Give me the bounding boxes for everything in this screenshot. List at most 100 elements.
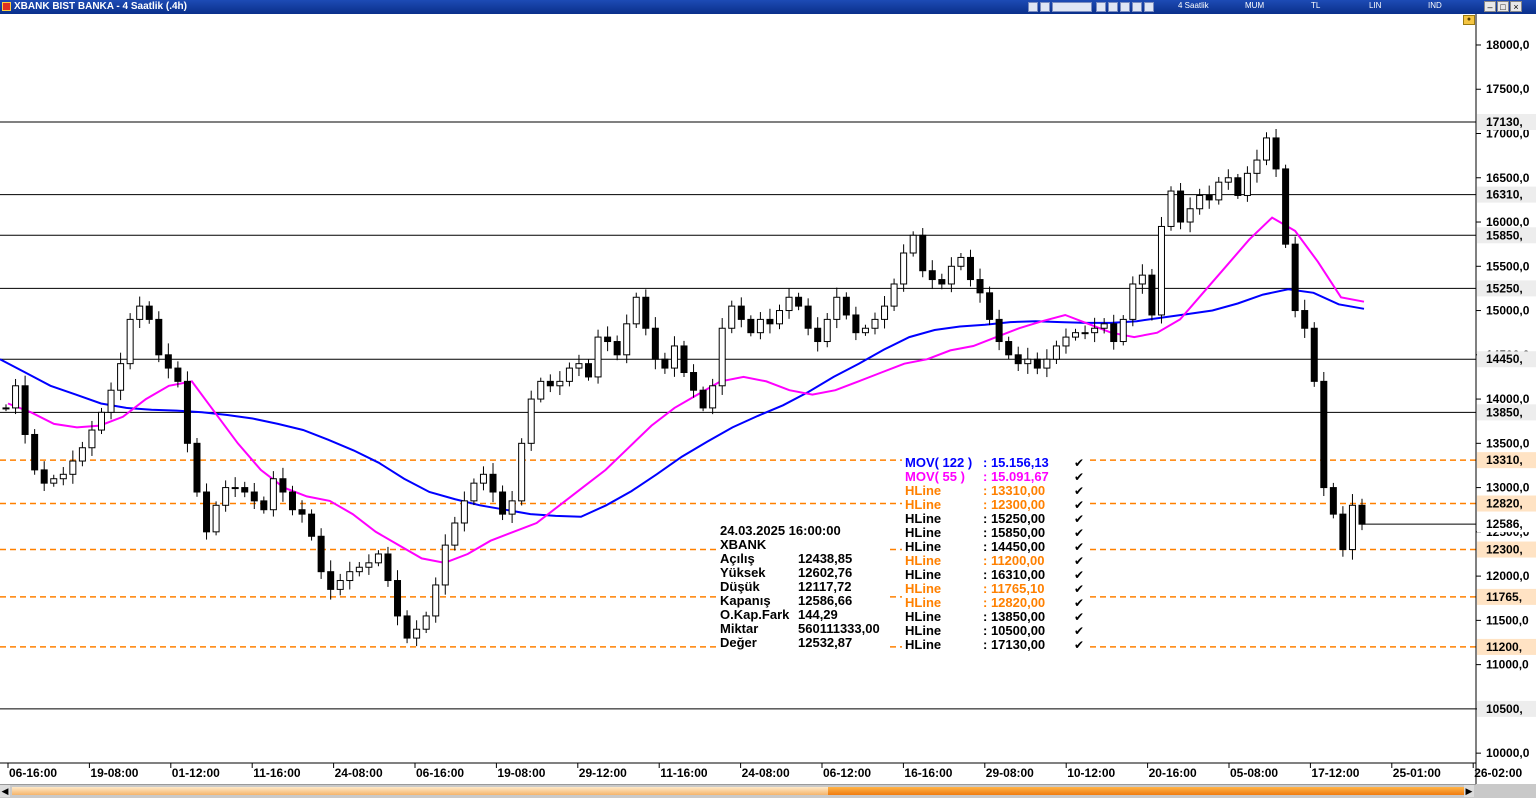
candle-body [260, 500, 268, 511]
legend-label: MOV( 55 ) [905, 469, 965, 484]
candle-body [2, 407, 10, 410]
checkmark-icon: ✔ [1074, 568, 1084, 582]
candle-body [250, 491, 258, 502]
candle-body [336, 580, 344, 590]
legend-label: HLine [905, 539, 941, 554]
candle-body [164, 354, 172, 369]
candle-body [212, 504, 220, 533]
candle-body [1138, 274, 1146, 285]
candle-body [1224, 177, 1232, 183]
y-tick-label: 15500,0 [1486, 259, 1530, 273]
candle-body [1272, 137, 1280, 170]
candle-body [1186, 208, 1194, 223]
candle-body [604, 336, 612, 343]
candle-body [136, 305, 144, 320]
candle-body [403, 615, 411, 639]
candle-body [355, 566, 363, 573]
candle-body [441, 544, 449, 586]
candle-body [489, 473, 497, 493]
price-tag-label: 14450, [1486, 352, 1523, 366]
scroll-right-icon[interactable]: ▶ [1464, 785, 1474, 797]
candle-body [1081, 332, 1089, 335]
indicator-legend: MOV( 122 ): 15.156,13 ✔ MOV( 55 ): 15.091,… [902, 455, 1086, 652]
candle-body [890, 283, 898, 307]
price-tag-label: 12586, [1486, 517, 1523, 531]
price-tag-label: 12300, [1486, 543, 1523, 557]
candle-body [241, 487, 249, 493]
candle-body [756, 318, 764, 334]
candle-body [1119, 318, 1127, 343]
candle-body [1072, 332, 1080, 338]
checkmark-icon: ✔ [1074, 596, 1084, 610]
legend-label: HLine [905, 623, 941, 638]
candle-body [594, 336, 602, 378]
candle-body [642, 296, 650, 329]
candle-body [174, 367, 182, 382]
checkmark-icon: ✔ [1074, 582, 1084, 596]
candle-body [1329, 487, 1337, 515]
candle-body [747, 318, 755, 334]
legend-value: : 15250,00 [983, 511, 1045, 526]
legend-value: : 16310,00 [983, 567, 1045, 582]
y-tick-label: 14000,0 [1486, 392, 1530, 406]
legend-value: : 11200,00 [983, 553, 1044, 568]
y-tick-label: 13000,0 [1486, 481, 1530, 495]
candle-body [21, 385, 29, 435]
info-value: 560111333,00 [798, 621, 880, 636]
legend-value: : 17130,00 [983, 637, 1045, 652]
y-tick-label: 18000,0 [1486, 38, 1530, 52]
checkmark-icon: ✔ [1074, 540, 1084, 554]
candle-body [1243, 172, 1251, 196]
legend-value: : 13310,00 [983, 483, 1045, 498]
candle-body [1062, 336, 1070, 347]
x-tick-label: 17-12:00 [1311, 766, 1359, 780]
candle-body [861, 327, 869, 334]
legend-value: : 15.156,13 [983, 455, 1049, 470]
info-value: 12438,85 [798, 551, 852, 566]
scroll-thumb[interactable] [828, 787, 1472, 795]
candle-body [59, 473, 67, 480]
candles [2, 128, 1366, 647]
candle-body [1215, 181, 1223, 201]
candle-body [117, 363, 125, 391]
legend-label: HLine [905, 637, 941, 652]
info-value: 12532,87 [798, 635, 852, 650]
candle-body [1110, 323, 1118, 343]
horizontal-scrollbar[interactable]: ◀ ▶ [0, 784, 1536, 798]
price-tag-label: 10500, [1486, 702, 1523, 716]
candle-body [1100, 323, 1108, 329]
legend-label: HLine [905, 609, 941, 624]
scroll-left-icon[interactable]: ◀ [0, 785, 10, 797]
price-axis: 10000,010500,011000,011500,012000,012500… [1475, 14, 1536, 784]
candle-body [1234, 177, 1242, 196]
x-tick-label: 24-08:00 [742, 766, 790, 780]
candle-body [499, 491, 507, 515]
x-tick-label: 24-08:00 [335, 766, 383, 780]
candle-body [585, 363, 593, 378]
info-value: 12586,66 [798, 593, 852, 608]
candle-body [995, 318, 1003, 343]
candle-body [374, 553, 382, 564]
candle-body [1320, 380, 1328, 489]
candle-body [460, 500, 468, 524]
info-value: 144,29 [798, 607, 838, 622]
legend-value: : 14450,00 [983, 539, 1045, 554]
info-label: Miktar [720, 621, 758, 636]
candle-body [814, 327, 822, 343]
candle-body [413, 628, 421, 639]
candle-body [766, 318, 774, 325]
candle-body [709, 385, 717, 409]
candle-body [97, 411, 105, 431]
checkmark-icon: ✔ [1074, 512, 1084, 526]
x-tick-label: 29-12:00 [579, 766, 627, 780]
candle-body [298, 509, 306, 515]
candle-body [1033, 358, 1041, 369]
candle-body [470, 482, 478, 502]
price-chart[interactable]: 10000,010500,011000,011500,012000,012500… [0, 0, 1536, 784]
corner-pad [1476, 784, 1536, 798]
candle-body [957, 256, 965, 267]
y-tick-label: 15000,0 [1486, 304, 1530, 318]
candle-body [1339, 513, 1347, 551]
candle-body [537, 380, 545, 400]
checkmark-icon: ✔ [1074, 470, 1084, 484]
